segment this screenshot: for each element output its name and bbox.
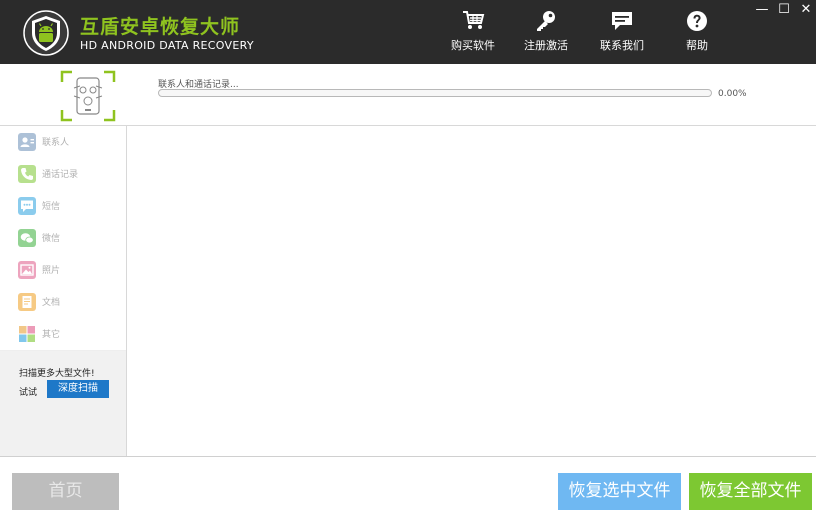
nav-register[interactable]: 注册激活 — [511, 10, 581, 53]
photo-icon — [18, 261, 36, 279]
chat-icon — [612, 12, 632, 30]
deep-scan-promo-text: 扫描更多大型文件! — [19, 369, 95, 379]
category-contacts[interactable]: 联系人 — [0, 126, 126, 159]
scan-progress-panel: 联系人和通话记录... 0.00% — [0, 64, 816, 126]
document-icon — [18, 293, 36, 311]
minimize-button[interactable]: — — [754, 3, 770, 17]
sms-icon — [18, 197, 36, 215]
category-call-log[interactable]: 通话记录 — [0, 158, 126, 191]
help-icon — [687, 11, 707, 31]
scan-progress-bar — [158, 89, 712, 97]
category-other[interactable]: 其它 — [0, 318, 126, 351]
category-sidebar: 联系人 通话记录 短信 微信 照片 文档 其它 扫描更多大型文件! 试试 深度扫… — [0, 126, 127, 456]
nav-buy-label: 购买软件 — [451, 39, 495, 52]
category-call-log-label: 通话记录 — [42, 170, 79, 180]
category-photos-label: 照片 — [42, 266, 61, 276]
nav-contact-label: 联系我们 — [600, 39, 644, 52]
close-button[interactable]: ✕ — [798, 3, 814, 17]
key-icon — [537, 11, 555, 31]
category-sms-label: 短信 — [42, 202, 61, 212]
phone-icon — [18, 165, 36, 183]
cart-icon — [463, 11, 485, 29]
category-photos[interactable]: 照片 — [0, 254, 126, 287]
app-subtitle: HD ANDROID DATA RECOVERY — [80, 39, 254, 52]
contacts-icon — [18, 133, 36, 151]
phone-scan-icon — [60, 70, 116, 122]
category-wechat-label: 微信 — [42, 234, 61, 244]
nav-buy-software[interactable]: 购买软件 — [438, 10, 508, 53]
footer-bar: 首页 恢复选中文件 恢复全部文件 — [0, 456, 816, 527]
nav-contact-us[interactable]: 联系我们 — [587, 10, 657, 53]
category-documents-label: 文档 — [42, 298, 61, 308]
other-icon — [18, 325, 36, 343]
nav-help[interactable]: 帮助 — [662, 10, 732, 53]
category-contacts-label: 联系人 — [42, 138, 70, 148]
category-sms[interactable]: 短信 — [0, 190, 126, 223]
nav-help-label: 帮助 — [686, 39, 708, 52]
title-bar: 互盾安卓恢复大师 HD ANDROID DATA RECOVERY 购买软件 注… — [0, 0, 816, 64]
recover-all-button[interactable]: 恢复全部文件 — [689, 473, 812, 510]
wechat-icon — [18, 229, 36, 247]
category-wechat[interactable]: 微信 — [0, 222, 126, 255]
home-button[interactable]: 首页 — [12, 473, 119, 510]
maximize-button[interactable]: ☐ — [776, 3, 792, 17]
scan-progress-percent: 0.00% — [718, 89, 747, 99]
deep-scan-button[interactable]: 深度扫描 — [47, 380, 109, 398]
recover-selected-button[interactable]: 恢复选中文件 — [558, 473, 681, 510]
results-panel — [127, 126, 816, 456]
category-documents[interactable]: 文档 — [0, 286, 126, 319]
nav-register-label: 注册激活 — [524, 39, 568, 52]
deep-scan-try-label: 试试 — [19, 388, 38, 398]
android-shield-logo-icon — [23, 10, 69, 56]
app-title: 互盾安卓恢复大师 — [80, 16, 241, 38]
category-other-label: 其它 — [42, 330, 61, 340]
